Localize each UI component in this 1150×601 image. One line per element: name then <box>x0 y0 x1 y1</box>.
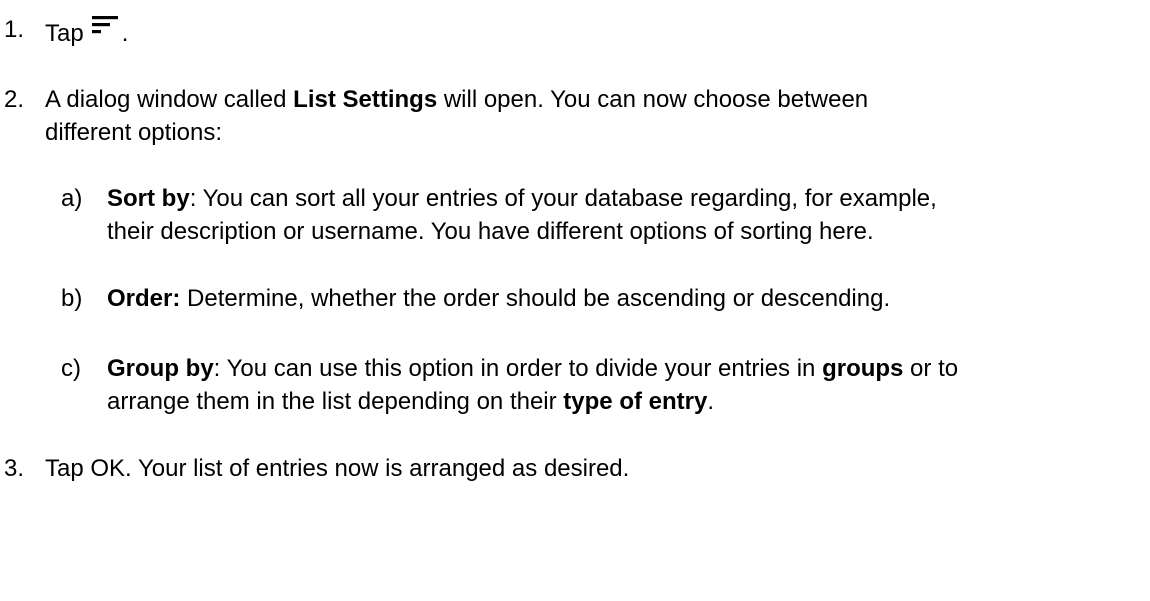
step-text-line-2: different options: <box>45 119 223 146</box>
text-segment: : You can use this option in order to di… <box>213 355 823 382</box>
option-text-line-2: arrange them in the list depending on th… <box>107 385 1137 419</box>
step-text-after: . <box>121 20 129 47</box>
option-term: Sort by <box>107 185 190 212</box>
text-segment: Determine, whether the order should be a… <box>180 285 891 312</box>
text-segment: arrange them in the list depending on th… <box>107 388 564 415</box>
step-number: 3. <box>4 455 25 482</box>
option-text-line-1: Order: Determine, whether the order shou… <box>107 282 1137 316</box>
type-of-entry-term: type of entry <box>563 388 708 415</box>
option-term: Group by <box>107 355 214 382</box>
sort-lines-icon <box>91 16 118 34</box>
step-text: Tap. <box>45 13 1125 51</box>
list-settings-label: List Settings <box>293 86 438 113</box>
text-segment: A dialog window called <box>45 86 294 113</box>
step-text: Tap OK. Your list of entries now is arra… <box>45 455 630 482</box>
option-text-line-2: their description or username. You have … <box>107 218 874 245</box>
option-letter: a) <box>61 185 83 212</box>
option-letter: c) <box>61 355 81 382</box>
option-text-line-1: Group by: You can use this option in ord… <box>107 352 1137 386</box>
step-number: 2. <box>4 86 25 113</box>
text-segment: or to <box>903 355 959 382</box>
option-letter: b) <box>61 285 83 312</box>
option-term: Order: <box>107 285 181 312</box>
step-text-line-1: A dialog window called List Settings wil… <box>45 83 1125 117</box>
groups-term: groups <box>822 355 904 382</box>
text-segment: : You can sort all your entries of your … <box>189 185 937 212</box>
step-number: 1. <box>4 16 25 43</box>
option-text-line-1: Sort by: You can sort all your entries o… <box>107 182 1137 216</box>
text-segment: will open. You can now choose between <box>437 86 869 113</box>
step-text-before: Tap <box>45 20 84 47</box>
text-segment: . <box>707 388 714 415</box>
